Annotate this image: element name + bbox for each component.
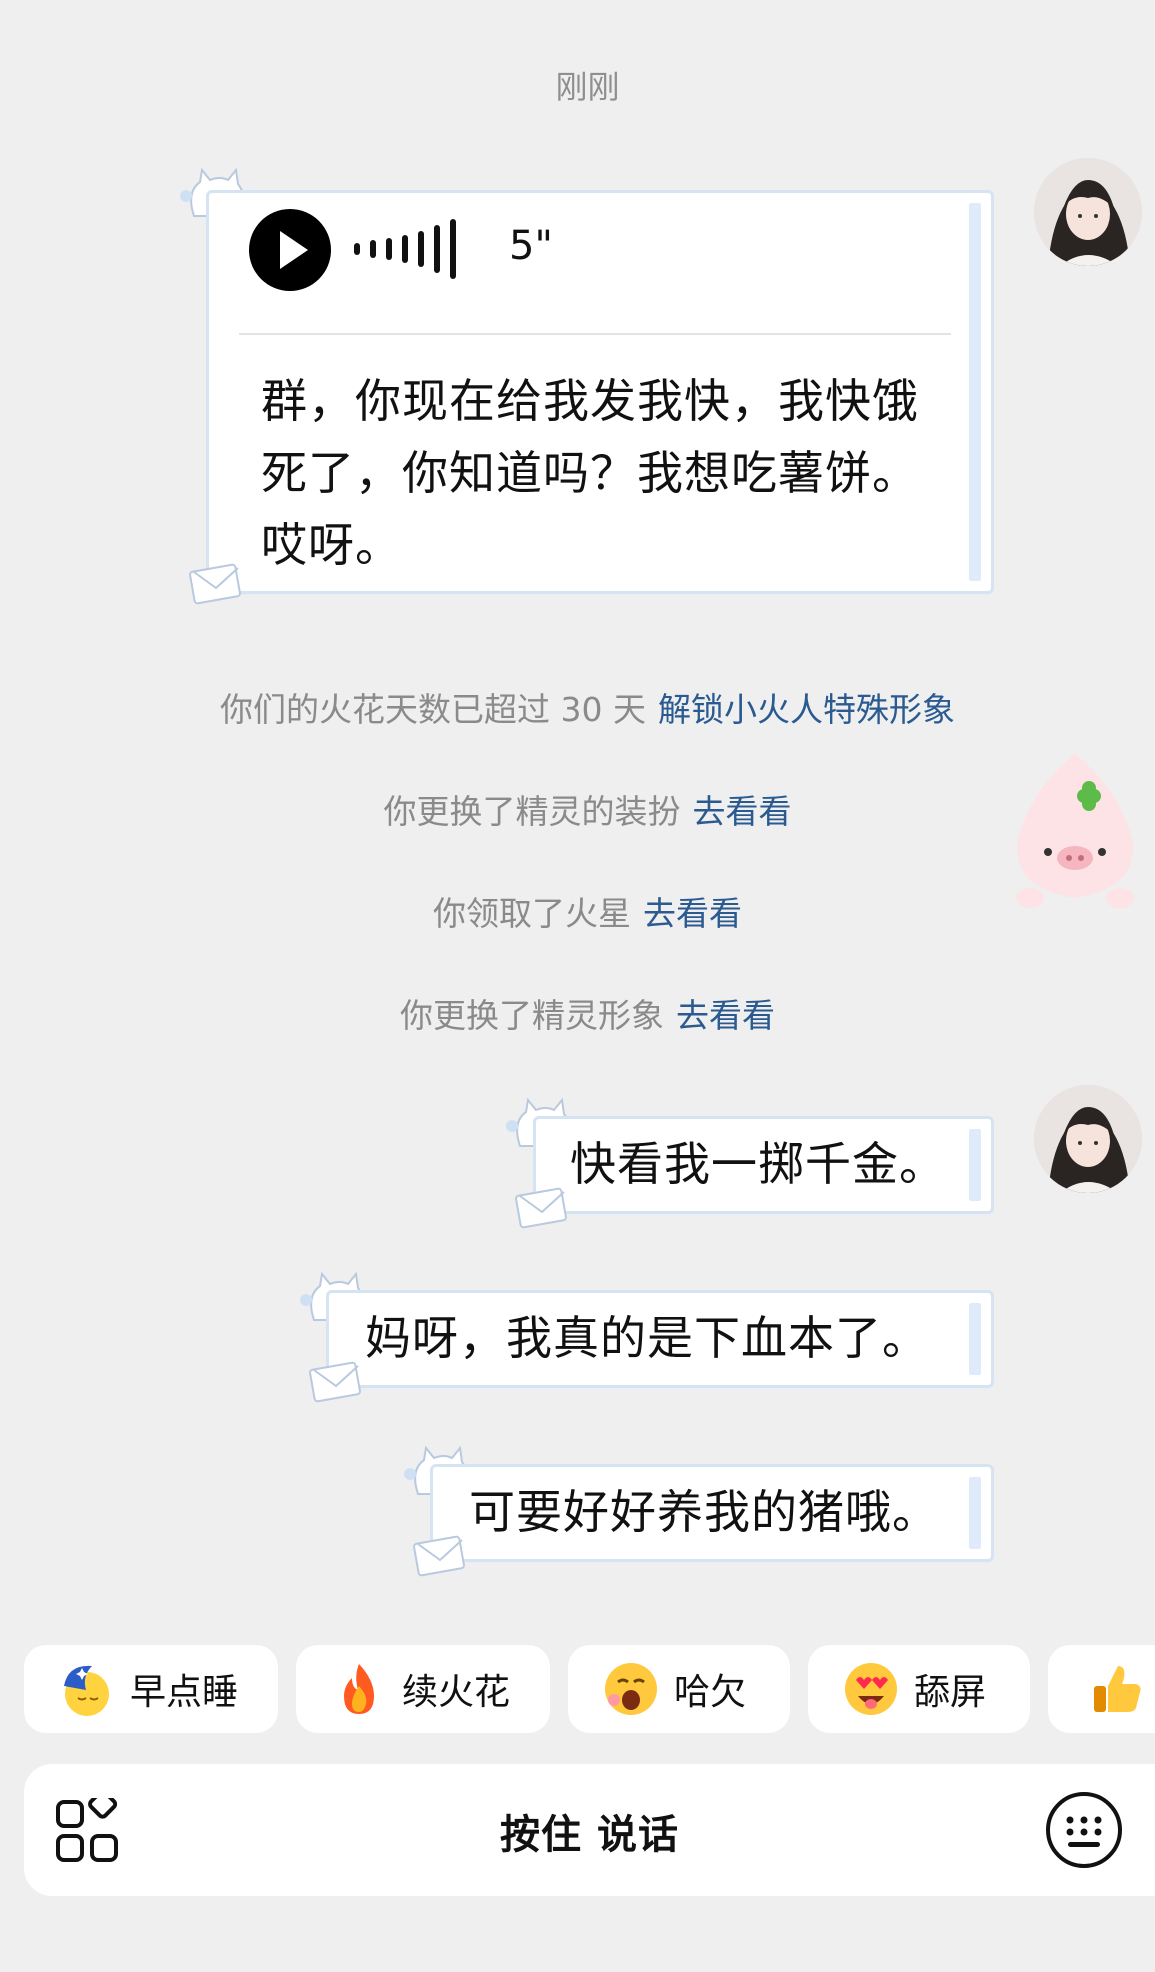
voice-waveform-icon — [354, 217, 474, 281]
bubble-stripe — [969, 1477, 981, 1549]
view-link[interactable]: 去看看 — [643, 894, 742, 933]
chip-label: 哈欠 — [674, 1672, 747, 1713]
notice-text: 你更换了精灵形象 — [400, 996, 664, 1035]
envelope-sticker-icon — [412, 1534, 468, 1578]
notice-spirit-outfit: 你更换了精灵的装扮 去看看 — [0, 785, 1155, 833]
hold-to-talk-button[interactable]: 按住 说话 — [24, 1802, 1155, 1860]
notice-mars: 你领取了火星 去看看 — [0, 887, 1155, 935]
chip-label: 舔屏 — [914, 1672, 987, 1713]
bubble-stripe — [969, 203, 981, 581]
user-avatar[interactable] — [1034, 1085, 1142, 1193]
notice-spark-days: 你们的火花天数已超过 30 天解锁小火人特殊形象 — [0, 683, 1155, 731]
notice-text: 你们的火花天数已超过 30 天 — [220, 690, 646, 729]
message-timestamp: 刚刚 — [555, 68, 620, 106]
voice-transcript: 群，你现在给我发我快，我快饿死了，你知道吗？我想吃薯饼。哎呀。 — [261, 374, 919, 572]
notice-text: 你更换了精灵的装扮 — [383, 792, 681, 831]
voice-message-bubble[interactable]: 5" 群，你现在给我发我快，我快饿死了，你知道吗？我想吃薯饼。哎呀。 — [206, 190, 994, 594]
message-text: 快看我一掷千金。 — [570, 1137, 946, 1191]
chat-screen: 刚刚 5" 群，你现在给我发我快，我快饿死了，你知道吗？我想吃薯饼。哎呀。 你们… — [0, 0, 1155, 1972]
keyboard-icon[interactable] — [1044, 1790, 1124, 1870]
chip-label: 早点睡 — [130, 1672, 239, 1713]
quick-reply-yawn[interactable]: 哈欠 — [568, 1645, 790, 1733]
divider — [239, 333, 951, 335]
fire-icon — [330, 1660, 388, 1718]
input-bar: 按住 说话 — [24, 1764, 1155, 1896]
envelope-sticker-icon — [188, 562, 244, 606]
chip-label: 续火花 — [402, 1672, 511, 1713]
thumbs-up-icon — [1088, 1660, 1146, 1718]
voice-duration: 5" — [509, 223, 553, 269]
bubble-stripe — [969, 1303, 981, 1375]
pig-spirit-icon[interactable] — [1000, 748, 1150, 918]
user-avatar[interactable] — [1034, 158, 1142, 266]
envelope-sticker-icon — [308, 1360, 364, 1404]
envelope-sticker-icon — [514, 1186, 570, 1230]
message-bubble[interactable]: 妈呀，我真的是下血本了。 — [326, 1290, 994, 1388]
play-icon[interactable] — [249, 209, 331, 291]
message-text: 妈呀，我真的是下血本了。 — [365, 1311, 929, 1365]
yawn-face-icon — [602, 1660, 660, 1718]
quick-reply-lick-screen[interactable]: 舔屏 — [808, 1645, 1030, 1733]
heart-eyes-face-icon — [842, 1660, 900, 1718]
message-bubble[interactable]: 可要好好养我的猪哦。 — [430, 1464, 994, 1562]
message-text: 可要好好养我的猪哦。 — [469, 1485, 939, 1539]
notice-spirit-image: 你更换了精灵形象 去看看 — [0, 989, 1155, 1037]
view-link[interactable]: 去看看 — [676, 996, 775, 1035]
notice-text: 你领取了火星 — [433, 894, 631, 933]
unlock-special-image-link[interactable]: 解锁小火人特殊形象 — [658, 690, 955, 729]
moon-sleep-icon — [58, 1660, 116, 1718]
quick-reply-sleep-early[interactable]: 早点睡 — [24, 1645, 278, 1733]
quick-reply-thumbs-up[interactable] — [1048, 1645, 1155, 1733]
message-bubble[interactable]: 快看我一掷千金。 — [533, 1116, 994, 1214]
bubble-stripe — [969, 1129, 981, 1201]
view-link[interactable]: 去看看 — [693, 792, 792, 831]
quick-reply-continue-spark[interactable]: 续火花 — [296, 1645, 550, 1733]
